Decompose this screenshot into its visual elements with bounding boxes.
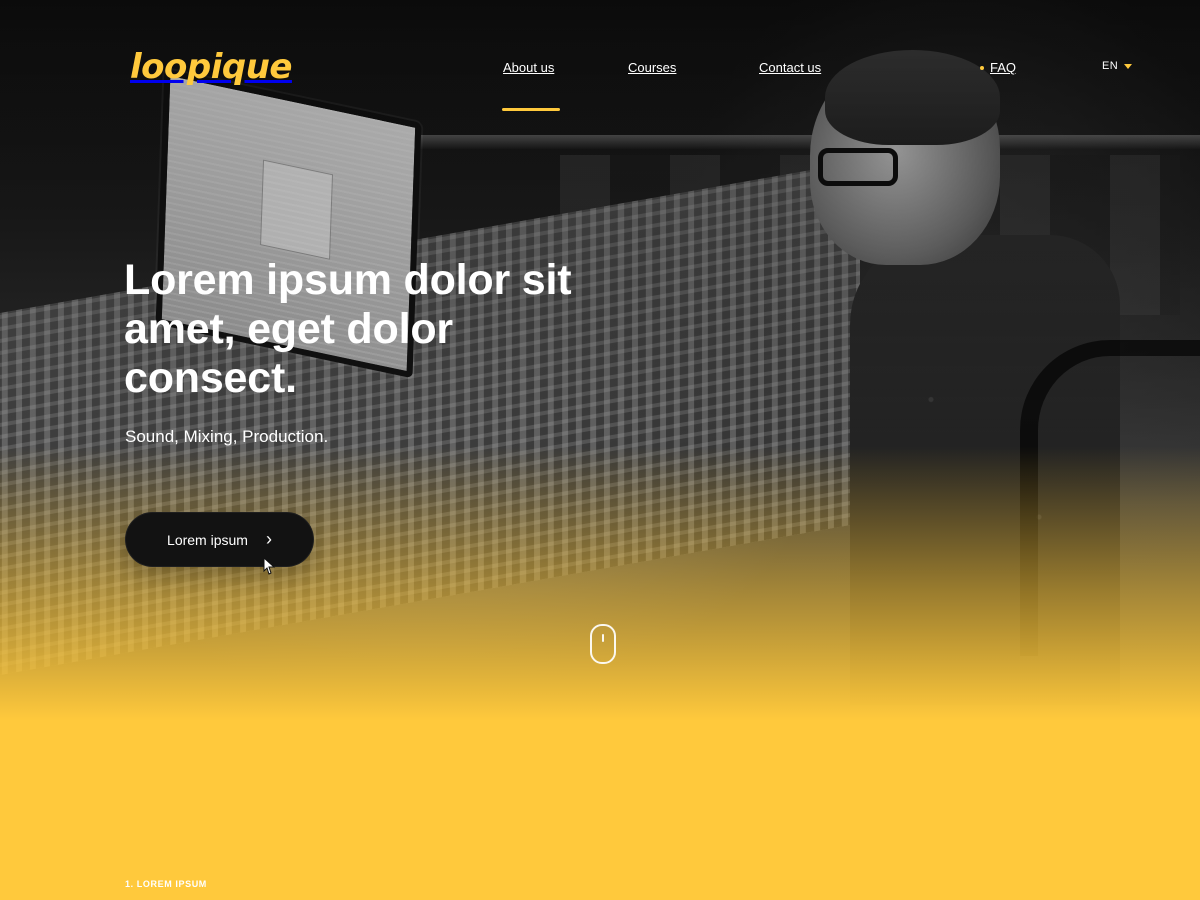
mouse-scroll-icon[interactable] [590, 624, 616, 664]
chevron-right-icon: › [265, 528, 272, 549]
hero-cta-button[interactable]: Lorem ipsum › [125, 512, 314, 567]
section-label: 1. LOREM IPSUM [125, 879, 207, 889]
top-nav: About us Courses Contact us FAQ [0, 58, 1200, 88]
chevron-down-icon [1124, 64, 1133, 69]
nav-faq-label: FAQ [990, 60, 1017, 75]
nav-faq[interactable]: FAQ [980, 58, 1016, 78]
hero-cta-label: Lorem ipsum [167, 531, 248, 548]
pointer-cursor-icon [263, 557, 276, 575]
language-selector[interactable]: EN [1102, 60, 1133, 72]
nav-courses[interactable]: Courses [628, 58, 676, 78]
hero-title: Lorem ipsum dolor sit amet, eget dolor c… [124, 256, 572, 402]
nav-active-underline [502, 108, 560, 111]
nav-contact-us[interactable]: Contact us [759, 58, 821, 78]
faq-dot-icon [980, 66, 984, 70]
nav-about-us[interactable]: About us [503, 58, 554, 78]
language-selected-label: EN [1102, 60, 1119, 72]
hero-subtitle: Sound, Mixing, Production. [125, 427, 329, 446]
mouse-wheel [602, 634, 604, 642]
